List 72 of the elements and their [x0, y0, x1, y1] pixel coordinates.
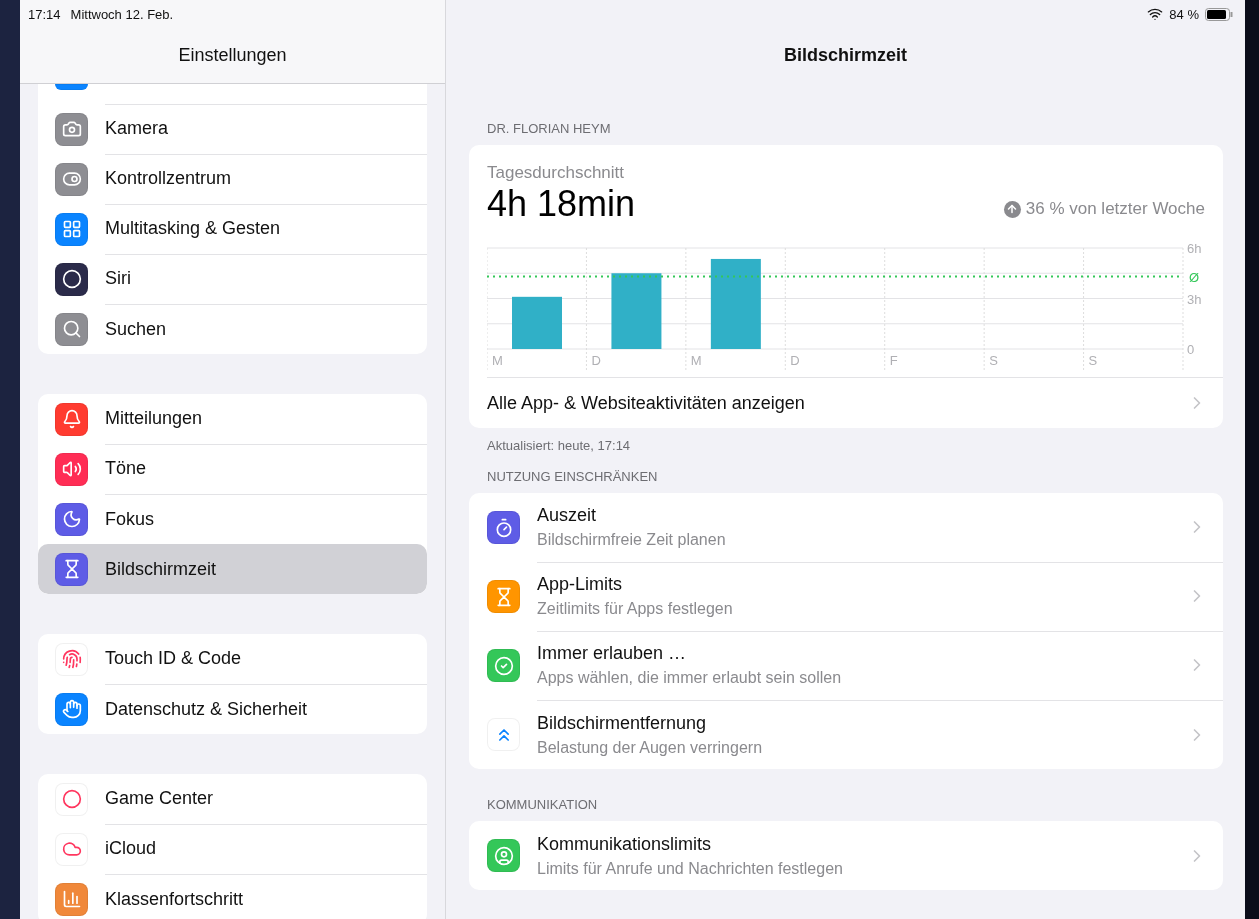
sidebar-item[interactable]: Töne	[38, 444, 427, 494]
axis-label: D	[790, 353, 800, 368]
sidebar-item[interactable]: Kontrollzentrum	[38, 154, 427, 204]
item-label: Touch ID & Code	[105, 648, 242, 669]
item-label: Kontrollzentrum	[105, 168, 232, 189]
link-label: Alle App- & Websiteaktivitäten anzeigen	[487, 392, 805, 414]
average-label: Ø	[1189, 269, 1200, 285]
axis-label: 6h	[1187, 243, 1202, 256]
status-date: Mittwoch 12. Feb.	[70, 6, 174, 22]
sidebar-item[interactable]: Siri	[38, 254, 427, 304]
item-label: Multitasking & Gesten	[105, 218, 281, 239]
item-label: Datenschutz & Sicherheit	[105, 698, 308, 720]
row-title: Bildschirmentfernung	[537, 712, 708, 734]
sidebar-title: Einstellungen	[178, 45, 287, 66]
item-label: Kamera	[105, 118, 169, 139]
row-subtitle: Bildschirmfreie Zeit planen	[537, 531, 726, 549]
settings-row[interactable]: Kommunikationslimits Limits für Anrufe und Nachrichten festlegen	[469, 821, 1223, 890]
item-label: Töne	[105, 458, 147, 479]
settings-row[interactable]: App-Limits Zeitlimits für Apps festlegen	[469, 562, 1223, 631]
section-header: DR. FLORIAN HEYM	[486, 120, 612, 138]
row-subtitle: Zeitlimits für Apps festlegen	[537, 600, 733, 618]
axis-label: 0	[1187, 342, 1195, 357]
page-title: Bildschirmzeit	[784, 45, 907, 66]
updated-text: Aktualisiert: heute, 17:14	[486, 437, 632, 455]
item-label: Game Center	[105, 788, 214, 809]
change-text: 36 % von letzter Woche	[1025, 199, 1205, 219]
axis-label: M	[492, 353, 503, 368]
item-label: Bildschirmzeit	[105, 558, 217, 580]
axis-label: 3h	[1187, 291, 1202, 307]
sidebar-item[interactable]: Klassenfortschritt	[38, 874, 427, 919]
sidebar-item[interactable]: Datenschutz & Sicherheit	[38, 684, 427, 734]
wifi-icon	[1147, 6, 1164, 22]
sidebar-item[interactable]: Suchen	[38, 304, 427, 354]
settings-row[interactable]: Auszeit Bildschirmfreie Zeit planen	[469, 493, 1223, 562]
row-title: App-Limits	[537, 574, 624, 595]
section-header: KOMMUNIKATION	[486, 796, 599, 814]
sidebar-item[interactable]: Multitasking & Gesten	[38, 204, 427, 254]
sidebar-item[interactable]: Touch ID & Code	[38, 634, 427, 684]
row-subtitle: Limits für Anrufe und Nachrichten festlegen	[537, 859, 843, 878]
item-label: Klassenfortschritt	[105, 888, 244, 910]
axis-label: M	[690, 353, 702, 368]
sidebar-item[interactable]: Kamera	[38, 104, 427, 154]
summary-label: Tagesdurchschnitt	[486, 162, 626, 183]
settings-row[interactable]: Immer erlauben … Apps wählen, die immer erlaubt sein sollen	[469, 631, 1223, 700]
battery-percent: 84 %	[1169, 6, 1199, 22]
axis-label: F	[889, 353, 898, 368]
row-title: Kommunikationslimits	[537, 833, 713, 855]
sidebar-item[interactable]: Fokus	[38, 494, 427, 544]
settings-row[interactable]: Bildschirmentfernung Belastung der Augen verringern	[469, 700, 1223, 769]
chart-bar	[512, 296, 562, 349]
item-label: Siri	[105, 268, 131, 289]
axis-label: S	[1088, 353, 1098, 368]
sidebar-item[interactable]: iCloud	[38, 824, 427, 874]
battery-icon	[1205, 7, 1233, 21]
arrow-up-icon	[1003, 200, 1021, 218]
item-label: Fokus	[105, 508, 155, 530]
item-label: Suchen	[105, 318, 167, 340]
axis-label: D	[591, 353, 601, 368]
axis-label: S	[989, 353, 998, 368]
sidebar-item[interactable]: Mitteilungen	[38, 394, 427, 444]
sidebar-item[interactable]: Game Center	[38, 774, 427, 824]
section-header: NUTZUNG EINSCHRÄNKEN	[486, 469, 659, 486]
activity-link[interactable]: Alle App- & Websiteaktivitäten anzeigen	[487, 377, 1223, 428]
row-subtitle: Apps wählen, die immer erlaubt sein sollen	[537, 669, 842, 687]
daily-average: 4h 18min	[487, 183, 636, 225]
status-time: 17:14	[28, 6, 61, 22]
item-label: Mitteilungen	[105, 408, 203, 429]
sidebar-item[interactable]: Bildschirmzeit	[38, 544, 427, 594]
row-title: Immer erlauben …	[537, 643, 688, 664]
item-label: iCloud	[105, 838, 157, 859]
row-title: Auszeit	[537, 505, 598, 526]
row-subtitle: Belastung der Augen verringern	[537, 738, 763, 757]
